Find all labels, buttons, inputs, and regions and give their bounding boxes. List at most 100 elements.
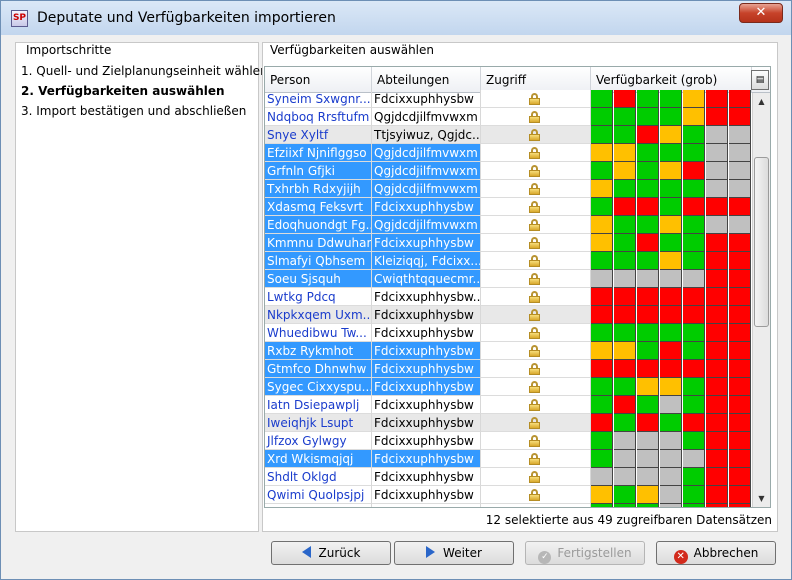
availability-cell	[614, 486, 636, 504]
availability-cell	[706, 468, 728, 486]
lock-icon	[529, 237, 540, 249]
availability-cell	[614, 216, 636, 234]
zugriff-cell	[481, 90, 591, 108]
person-cell[interactable]: Kmmnu Ddwuham	[265, 234, 372, 252]
abteilungen-cell: Cwiqthtqquecmr...	[372, 270, 481, 288]
table-row[interactable]: Slmafyi Qbhsem Kleiziqqj, Fdcixx...	[265, 252, 752, 270]
table-row[interactable]: Whuedibwu Tw... Fdcixxuphhysbw	[265, 324, 752, 342]
table-row[interactable]: Qwimi Quolpsjpj Fdcixxuphhysbw	[265, 486, 752, 504]
finish-button[interactable]: ✓ Fertigstellen	[525, 541, 645, 565]
lock-icon	[529, 309, 540, 321]
table-row[interactable]: Gtmfco Dhnwhw Fdcixxuphhysbw	[265, 360, 752, 378]
availability-cell	[660, 468, 682, 486]
scroll-thumb[interactable]	[754, 157, 769, 327]
person-cell[interactable]: Shdlt Oklgd	[265, 468, 372, 486]
person-cell[interactable]: Efziixf Njniflggso	[265, 144, 372, 162]
table-row[interactable]: Lwtkg Pdcq Fdcixxuphhysbw...	[265, 288, 752, 306]
person-cell[interactable]: Whuedibwu Tw...	[265, 324, 372, 342]
person-cell[interactable]: Nkpkxqem Uxm...	[265, 306, 372, 324]
availability-cell	[683, 126, 705, 144]
table-row[interactable]: Snye Xyltf Ttjsyiwuz, Qgjdc...	[265, 126, 752, 144]
abteilungen-cell: Ttjsyiwuz, Qgjdc...	[372, 126, 481, 144]
person-cell[interactable]: Jlfzox Gylwgy	[265, 432, 372, 450]
abteilungen-cell: Fdcixxuphhysbw	[372, 324, 481, 342]
close-button[interactable]: ✕	[739, 3, 783, 23]
person-cell[interactable]: Soeu Sjsquh	[265, 270, 372, 288]
abteilungen-cell: Qgjdcdjilfmvwxm	[372, 108, 481, 126]
person-cell[interactable]: Qwimi Quolpsjpj	[265, 486, 372, 504]
zugriff-cell	[481, 396, 591, 414]
table-row[interactable]: Iweiqhjk Lsupt Fdcixxuphhysbw	[265, 414, 752, 432]
lock-icon	[529, 111, 540, 123]
availability-cell	[729, 180, 751, 198]
lock-icon	[529, 345, 540, 357]
availability-cells	[591, 342, 752, 360]
table-row[interactable]: Jlfzox Gylwgy Fdcixxuphhysbw	[265, 432, 752, 450]
table-row[interactable]: Efziixf Njniflggso Qgjdcdjilfmvwxm	[265, 144, 752, 162]
table-row[interactable]: Xdasmq Feksvrt Fdcixxuphhysbw	[265, 198, 752, 216]
availability-cell	[660, 90, 682, 108]
table-row[interactable]: Iatn Dsiepawplj Fdcixxuphhysbw	[265, 396, 752, 414]
person-cell[interactable]: Txhrbh Rdxyjijh	[265, 180, 372, 198]
table-row[interactable]: Ndqboq Rrsftufm Qgjdcdjilfmvwxm	[265, 108, 752, 126]
availability-cell	[706, 360, 728, 378]
availability-cell	[591, 162, 613, 180]
availability-cell	[729, 414, 751, 432]
availability-cell	[637, 504, 659, 507]
person-cell[interactable]: Edoqhuondgt Fg...	[265, 216, 372, 234]
person-cell[interactable]: Xdasmq Feksvrt	[265, 198, 372, 216]
table-row[interactable]: Kmmnu Ddwuham Fdcixxuphhysbw	[265, 234, 752, 252]
arrow-right-icon	[426, 546, 436, 558]
person-cell[interactable]: Xrd Wkismqjqj	[265, 450, 372, 468]
person-cell[interactable]: Khvidu Mqntvxrf	[265, 504, 372, 507]
person-cell[interactable]: Ndqboq Rrsftufm	[265, 108, 372, 126]
availability-cell	[660, 486, 682, 504]
scroll-up-arrow-icon[interactable]: ▲	[753, 93, 770, 110]
person-cell[interactable]: Grfnln Gfjki	[265, 162, 372, 180]
scroll-down-arrow-icon[interactable]: ▼	[753, 490, 770, 507]
table-row[interactable]: Syneim Sxwgnr... Fdcixxuphhysbw	[265, 90, 752, 108]
availability-cell	[729, 432, 751, 450]
next-button[interactable]: Weiter	[394, 541, 514, 565]
availability-cell	[683, 288, 705, 306]
availability-cell	[706, 90, 728, 108]
availability-cell	[637, 90, 659, 108]
table-row[interactable]: Sygec Cixxyspu... Fdcixxuphhysbw	[265, 378, 752, 396]
availability-cell	[706, 432, 728, 450]
person-cell[interactable]: Rxbz Rykmhot	[265, 342, 372, 360]
availability-cell	[660, 306, 682, 324]
table-row[interactable]: Txhrbh Rdxyjijh Qgjdcdjilfmvwxm	[265, 180, 752, 198]
table-row[interactable]: Khvidu MqntvxrfFdcixxuphhysbw	[265, 504, 752, 507]
person-cell[interactable]: Syneim Sxwgnr...	[265, 90, 372, 108]
zugriff-cell	[481, 108, 591, 126]
selection-status: 12 selektierte aus 49 zugreifbaren Daten…	[485, 513, 772, 527]
availability-cell	[637, 378, 659, 396]
table-row[interactable]: Rxbz Rykmhot Fdcixxuphhysbw	[265, 342, 752, 360]
person-cell[interactable]: Iweiqhjk Lsupt	[265, 414, 372, 432]
table-row[interactable]: Nkpkxqem Uxm... Fdcixxuphhysbw	[265, 306, 752, 324]
availability-cells	[591, 234, 752, 252]
table-row[interactable]: Edoqhuondgt Fg... Qgjdcdjilfmvwxm	[265, 216, 752, 234]
back-button[interactable]: Zurück	[271, 541, 391, 565]
table-row[interactable]: Soeu Sjsquh Cwiqthtqquecmr...	[265, 270, 752, 288]
availability-cell	[637, 342, 659, 360]
table-row[interactable]: Grfnln Gfjki Qgjdcdjilfmvwxm	[265, 162, 752, 180]
availability-cell	[660, 216, 682, 234]
cancel-button[interactable]: ✕ Abbrechen	[656, 541, 776, 565]
person-cell[interactable]: Slmafyi Qbhsem	[265, 252, 372, 270]
person-cell[interactable]: Iatn Dsiepawplj	[265, 396, 372, 414]
zugriff-cell	[481, 378, 591, 396]
availability-cell	[637, 288, 659, 306]
table-row[interactable]: Shdlt Oklgd Fdcixxuphhysbw	[265, 468, 752, 486]
person-cell[interactable]: Snye Xyltf	[265, 126, 372, 144]
column-chooser-icon[interactable]: ▤	[751, 70, 769, 90]
person-cell[interactable]: Sygec Cixxyspu...	[265, 378, 372, 396]
person-cell[interactable]: Lwtkg Pdcq	[265, 288, 372, 306]
grid-scrollbar[interactable]: ▲ ▼	[752, 93, 770, 507]
availability-cell	[706, 198, 728, 216]
table-row[interactable]: Xrd Wkismqjqj Fdcixxuphhysbw	[265, 450, 752, 468]
person-cell[interactable]: Gtmfco Dhnwhw	[265, 360, 372, 378]
availability-cell	[637, 306, 659, 324]
availability-cell	[637, 180, 659, 198]
step-2: 2. Verfügbarkeiten auswählen	[21, 84, 225, 98]
